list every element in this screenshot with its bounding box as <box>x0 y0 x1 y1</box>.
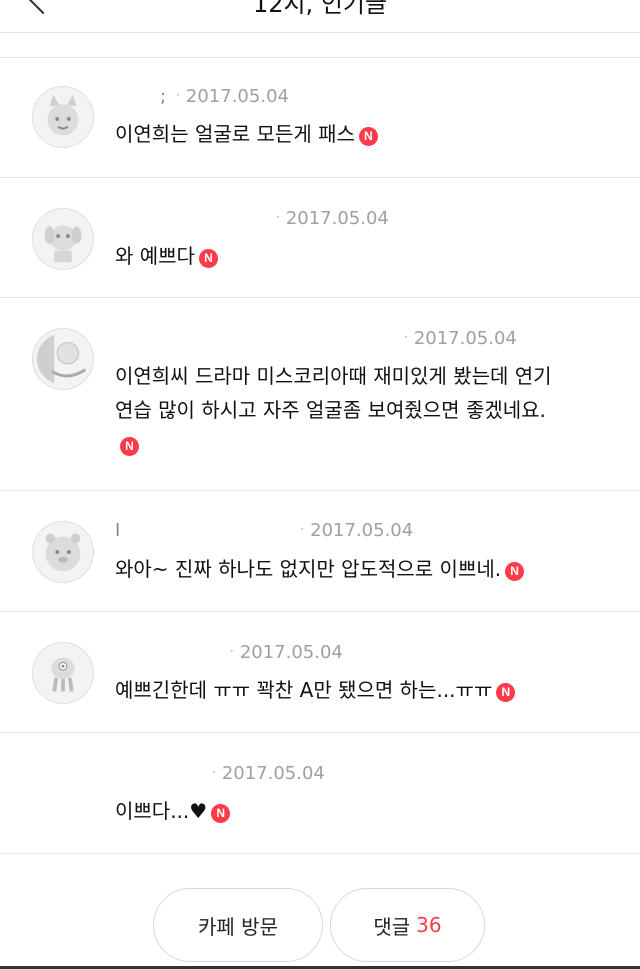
comment-date: 2017.05.04 <box>285 208 389 229</box>
comment-text: 와아~ 진짜 하나도 없지만 압도적으로 이쁘네. N <box>115 552 615 586</box>
comment-text: 이쁘다...♥ N <box>115 794 615 828</box>
comment-meta: · 2017.05.04 <box>276 208 389 229</box>
comments-label: 댓글 <box>373 914 411 939</box>
divider <box>0 33 640 58</box>
comment-item: I · 2017.05.04 와아~ 진짜 하나도 없지만 압도적으로 이쁘네. N <box>0 491 640 612</box>
avatar[interactable] <box>32 328 94 390</box>
comment-body-line-2: 연습 많이 하시고 자주 얼굴좀 보여줬으면 좋겠네요. <box>115 398 546 422</box>
comments-button[interactable]: 댓글 36 <box>330 888 485 962</box>
comment-item: · 2017.05.04 예쁘긴한데 ㅠㅠ 꽉찬 A만 됐으면 하는...ㅠㅠ N <box>0 612 640 733</box>
comment-body: 이쁘다...♥ <box>115 799 208 823</box>
new-badge: N <box>198 249 218 268</box>
new-badge: N <box>211 804 231 823</box>
comment-item: · 2017.05.04 이쁘다...♥ N <box>0 733 640 854</box>
nickname[interactable]: I <box>115 520 120 541</box>
comment-date: 2017.05.04 <box>239 642 343 663</box>
comment-list: ; · 2017.05.04 이연희는 얼굴로 모든게 패스 N · 2017.05.0… <box>0 58 640 854</box>
comment-body: 이연희는 얼굴로 모든게 패스 <box>115 122 355 146</box>
comment-meta: · 2017.05.04 <box>404 328 517 349</box>
avatar[interactable] <box>32 208 94 270</box>
comment-item: ; · 2017.05.04 이연희는 얼굴로 모든게 패스 N <box>0 58 640 178</box>
bottom-action-bar: 카페 방문 댓글 36 <box>0 854 640 969</box>
comment-meta: I · 2017.05.04 <box>115 520 414 541</box>
comment-date: 2017.05.04 <box>413 328 517 349</box>
comment-body: 와 예쁘다 <box>115 244 195 268</box>
new-badge: N <box>505 562 525 581</box>
comment-meta: · 2017.05.04 <box>230 642 343 663</box>
comment-item: · 2017.05.04 와 예쁘다 N <box>0 178 640 298</box>
nickname[interactable]: ; <box>160 86 166 107</box>
comment-text: 와 예쁘다 N <box>115 239 615 273</box>
new-badge: N <box>358 127 378 146</box>
comment-date: 2017.05.04 <box>310 520 414 541</box>
avatar[interactable] <box>32 521 94 583</box>
comment-text: 예쁘긴한데 ㅠㅠ 꽉찬 A만 됐으면 하는...ㅠㅠ N <box>115 673 615 707</box>
cafe-visit-button[interactable]: 카페 방문 <box>153 888 323 962</box>
comment-body-line-1: 이연희씨 드라마 미스코리아때 재미있게 봤는데 연기 <box>115 364 552 388</box>
comment-text: 이연희씨 드라마 미스코리아때 재미있게 봤는데 연기 연습 많이 하시고 자주… <box>115 359 615 461</box>
comment-meta: · 2017.05.04 <box>212 763 325 784</box>
top-bar: 12시, 인기글 <box>0 0 640 33</box>
avatar[interactable] <box>32 86 94 148</box>
cafe-visit-label: 카페 방문 <box>198 914 278 939</box>
new-badge: N <box>120 437 139 456</box>
comment-count: 36 <box>416 913 442 937</box>
avatar[interactable] <box>32 642 94 704</box>
comment-item: · 2017.05.04 이연희씨 드라마 미스코리아때 재미있게 봤는데 연기 … <box>0 298 640 491</box>
comment-body: 와아~ 진짜 하나도 없지만 압도적으로 이쁘네. <box>115 557 502 581</box>
page-title: 12시, 인기글 <box>252 0 388 18</box>
comment-body: 예쁘긴한데 ㅠㅠ 꽉찬 A만 됐으면 하는...ㅠㅠ <box>115 678 493 702</box>
comment-date: 2017.05.04 <box>221 763 325 784</box>
comment-meta: ; · 2017.05.04 <box>160 86 289 107</box>
comment-date: 2017.05.04 <box>185 86 289 107</box>
comment-text: 이연희는 얼굴로 모든게 패스 N <box>115 117 615 151</box>
new-badge: N <box>496 683 516 702</box>
